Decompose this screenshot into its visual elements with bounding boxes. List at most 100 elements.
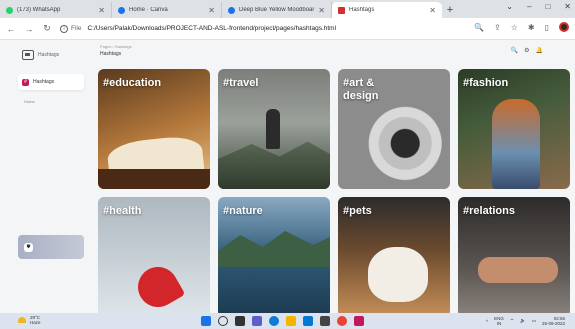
hashtags-favicon-icon [338,6,345,14]
canva-icon [118,6,125,14]
chrome-icon[interactable] [337,316,347,326]
volume-icon[interactable]: 🔈 [520,318,526,324]
system-tray: ^ ENG IN ⌔ 🔈 ▭ 02:56 25-09-2022 [486,316,565,326]
close-icon[interactable]: ✕ [318,6,325,15]
windows-taskbar: 29°C Haze ^ ENG IN ⌔ 🔈 ▭ 02:56 25-09-202… [0,313,575,329]
notification-icon[interactable]: 🔔 [536,47,543,54]
close-icon[interactable]: ✕ [98,6,105,15]
file-explorer-icon[interactable] [286,316,296,326]
card-label: #nature [223,205,263,217]
close-icon[interactable]: ✕ [429,6,436,15]
taskbar-apps [201,316,364,326]
shield-icon: ⛊ [24,242,33,252]
app-viewport: Hashtags # Hashtags Home ⛊ Pages / Hasht… [0,40,575,313]
info-icon[interactable]: i [60,24,68,33]
close-window-button[interactable]: ✕ [564,2,571,11]
new-tab-button[interactable]: + [442,2,458,18]
window-controls: ⌄ – □ ✕ [506,2,571,11]
chevron-up-icon[interactable]: ^ [486,319,488,324]
dog-face-shape [368,247,428,302]
tab-title: (173) WhatsApp [17,7,61,13]
sidebar-item-label: Hashtags [33,79,55,85]
heart-shape [130,259,186,313]
settings-icon[interactable]: ⚙ [524,47,529,54]
wifi-icon[interactable]: ⌔ [510,318,514,324]
minimize-button[interactable]: – [527,2,531,11]
bookmark-star-icon[interactable]: ☆ [511,23,518,32]
tab-moodboard[interactable]: Deep Blue Yellow Moodboard Ph... ✕ [222,2,332,18]
hashtag-card-health[interactable]: #health [98,197,210,313]
sidebar-small-text[interactable]: Home [24,99,35,104]
hashtag-card-art-design[interactable]: #art & design [338,69,450,189]
weather-widget[interactable]: 29°C Haze [18,315,41,325]
card-label: #travel [223,77,259,89]
hashtag-card-travel[interactable]: #travel [218,69,330,189]
mountains-shape [218,231,330,267]
start-icon[interactable] [201,316,211,326]
search-icon[interactable]: 🔍 [511,47,518,54]
card-label: #art & design [343,77,379,102]
page-title: Hashtags [100,51,122,57]
hashtag-card-pets[interactable]: #pets [338,197,450,313]
header-actions: 🔍 ⚙ 🔔 [511,47,543,54]
chat-icon[interactable] [252,316,262,326]
sidebar-logo[interactable]: Hashtags [22,50,59,60]
edge-icon[interactable] [269,316,279,326]
book-cover-shape [98,169,210,189]
tab-hashtags[interactable]: Hashtags ✕ [332,2,442,18]
mannequin-shape [492,99,540,189]
logo-icon [22,50,34,60]
whatsapp-icon [6,6,13,14]
hashtag-card-fashion[interactable]: #fashion [458,69,570,189]
browser-actions: 🔍 ⇪ ☆ ✱ ▯ [474,22,569,32]
card-label: #relations [463,205,515,217]
clock[interactable]: 02:56 25-09-2022 [542,316,565,326]
sidebar: Hashtags # Hashtags Home ⛊ [0,40,90,313]
app-icon[interactable] [354,316,364,326]
sidepanel-icon[interactable]: ▯ [545,23,549,32]
task-view-icon[interactable] [235,316,245,326]
browser-toolbar: ← → ↻ i File C:/Users/Palak/Downloads/PR… [0,18,575,40]
region-indicator: IN [496,321,502,326]
handshake-shape [478,257,558,283]
card-label: #education [103,77,162,89]
url-text[interactable]: C:/Users/Palak/Downloads/PROJECT-AND-ASL… [87,25,336,32]
card-label: #fashion [463,77,509,89]
zoom-icon[interactable]: 🔍 [474,23,484,32]
store-icon[interactable] [320,316,330,326]
sidebar-help-card[interactable]: ⛊ [18,235,84,259]
tab-title: Home · Canva [129,7,168,13]
close-icon[interactable]: ✕ [208,6,215,15]
tab-whatsapp[interactable]: (173) WhatsApp ✕ [0,2,112,18]
breadcrumb[interactable]: Pages / Hashtags [100,44,132,49]
hashtag-icon: # [22,78,29,86]
tab-canva[interactable]: Home · Canva ✕ [112,2,222,18]
browser-tab-strip: (173) WhatsApp ✕ Home · Canva ✕ Deep Blu… [0,0,575,18]
canva-icon [228,6,235,14]
hashtag-card-relations[interactable]: #relations [458,197,570,313]
forward-icon[interactable]: → [22,22,36,36]
card-label: #pets [343,205,372,217]
extensions-icon[interactable]: ✱ [528,23,535,32]
sidebar-item-hashtags[interactable]: # Hashtags [18,74,84,90]
reload-icon[interactable]: ↻ [40,22,54,36]
back-icon[interactable]: ← [4,22,18,36]
url-scheme: File [71,25,82,32]
tab-title: Hashtags [349,7,375,13]
hashtag-card-nature[interactable]: #nature [218,197,330,313]
tab-title: Deep Blue Yellow Moodboard Ph... [239,7,314,13]
main-content: Pages / Hashtags Hashtags 🔍 ⚙ 🔔 #educati… [90,40,575,313]
mail-icon[interactable] [303,316,313,326]
search-icon[interactable] [218,316,228,326]
maximize-button[interactable]: □ [545,2,550,11]
weather-icon [18,317,26,323]
hashtag-card-education[interactable]: #education [98,69,210,189]
share-icon[interactable]: ⇪ [494,23,501,32]
card-label: #health [103,205,142,217]
tab-search-icon[interactable]: ⌄ [506,2,513,11]
battery-icon[interactable]: ▭ [532,318,536,324]
address-bar[interactable]: i File C:/Users/Palak/Downloads/PROJECT-… [60,22,472,36]
date-text: 25-09-2022 [541,321,565,326]
profile-avatar-icon[interactable] [559,22,569,32]
person-silhouette-shape [266,109,280,149]
